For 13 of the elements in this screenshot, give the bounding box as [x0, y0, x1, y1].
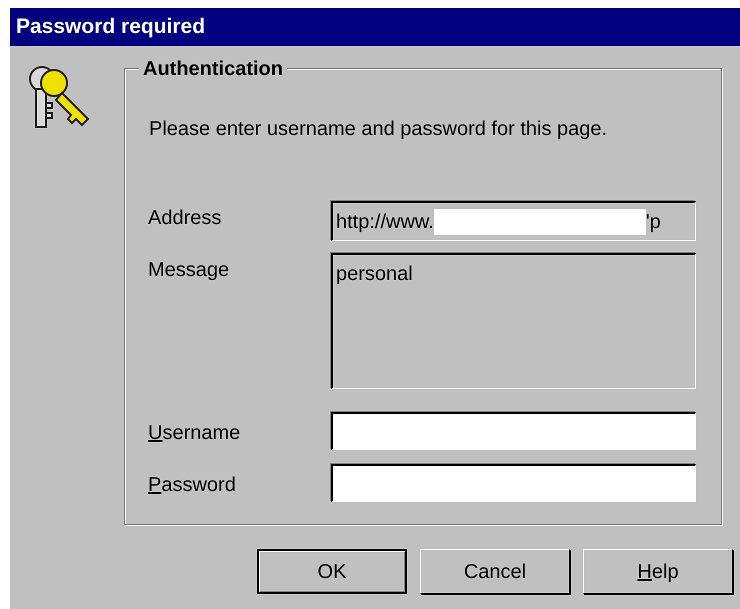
message-label: Message: [148, 258, 230, 283]
message-field: personal: [331, 253, 696, 389]
window-title: Password required: [10, 8, 740, 46]
username-label: Username: [148, 421, 240, 446]
address-field: http://www. 'p: [331, 201, 696, 241]
password-label: Password: [148, 473, 236, 498]
cancel-button[interactable]: Cancel: [420, 549, 570, 594]
ok-button[interactable]: OK: [257, 549, 407, 594]
instruction-text: Please enter username and password for this page.: [149, 117, 608, 142]
username-field[interactable]: [331, 412, 696, 450]
help-button[interactable]: Help: [583, 549, 733, 594]
password-field[interactable]: [331, 464, 696, 502]
address-label: Address: [148, 206, 222, 231]
